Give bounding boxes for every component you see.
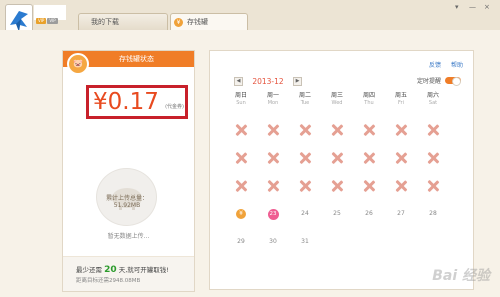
calendar-day[interactable]: 29 — [231, 235, 251, 249]
calendar-day[interactable]: 24 — [295, 207, 315, 221]
watermark: Bai 经验 — [432, 268, 490, 284]
calendar-day[interactable]: 27 — [391, 207, 411, 221]
weekday-label: 周六 Sat — [418, 90, 448, 106]
weekday-en: Thu — [364, 100, 374, 106]
card-footer: 最少还需 20 天,就可开罐取钱! 距离目标还需2948.08MB — [63, 256, 194, 291]
weekday-label: 周四 Thu — [354, 90, 384, 106]
close-icon[interactable]: × — [484, 3, 490, 11]
minimize-icon[interactable]: — — [469, 3, 476, 11]
reminder-toggle[interactable] — [445, 77, 461, 86]
calendar-day[interactable]: 30 — [263, 235, 283, 249]
missed-day-x-icon — [426, 179, 440, 193]
calendar-card: 反馈 帮助 ◀ 2013-12 ▶ 定时提醒 周日 Sun 周一 Mon 周二 Tue 周三… — [209, 50, 474, 290]
missed-day-x-icon — [234, 123, 248, 137]
total-upload-label: 累计上传总量： — [105, 195, 148, 202]
vip-badge: VIP — [36, 18, 47, 24]
weekday-label: 周日 Sun — [226, 90, 256, 106]
target-remaining-text: 距离目标还需2948.08MB — [76, 278, 141, 284]
weekday-cn: 周日 — [234, 92, 247, 99]
missed-day-x-icon — [266, 123, 280, 137]
upload-bubble: 累计上传总量： 51.92MB — [96, 168, 157, 226]
missed-day-x-icon — [362, 123, 376, 137]
tab-my-downloads[interactable]: 我的下载 — [78, 13, 168, 30]
reminder-label: 定时提醒 — [416, 78, 441, 85]
weekday-cn: 周六 — [426, 92, 439, 99]
weekday-cn: 周一 — [266, 92, 279, 99]
missed-day-x-icon — [394, 123, 408, 137]
content-area: 存钱罐状态 🐷 ¥0.17 (代金券) 累计上传总量： 51.92MB 暂无数据… — [0, 30, 500, 297]
calendar-day[interactable]: 31 — [295, 235, 315, 249]
days-suffix: 天,就可开罐取钱! — [118, 266, 169, 274]
vip-badge: VIP — [47, 18, 58, 24]
weekday-cn: 周四 — [362, 92, 375, 99]
weekday-cn: 周二 — [298, 92, 311, 99]
weekday-en: Mon — [267, 100, 279, 106]
missed-day-x-icon — [298, 151, 312, 165]
amount-unit: (代金券) — [165, 104, 184, 110]
missed-day-x-icon — [234, 179, 248, 193]
no-upload-text: 暂无数据上传... — [107, 233, 150, 240]
piggy-status-card: 存钱罐状态 🐷 ¥0.17 (代金券) 累计上传总量： 51.92MB 暂无数据… — [62, 50, 195, 292]
coin-icon: ¥ — [236, 209, 246, 219]
tab-label: 存钱罐 — [187, 18, 208, 26]
weekday-en: Sat — [428, 100, 438, 106]
missed-day-x-icon — [330, 179, 344, 193]
weekday-cn: 周三 — [330, 92, 343, 99]
amount-highlight-box: ¥0.17 (代金券) — [86, 85, 188, 119]
today-day[interactable]: 23 — [267, 208, 279, 220]
calendar-day[interactable]: 26 — [359, 207, 379, 221]
piggy-bank-icon: ¥ — [174, 18, 183, 27]
calendar-day[interactable]: 25 — [327, 207, 347, 221]
missed-day-x-icon — [266, 151, 280, 165]
help-link[interactable]: 帮助 — [451, 60, 463, 69]
weekday-label: 周一 Mon — [258, 90, 288, 106]
missed-day-x-icon — [426, 151, 440, 165]
weekday-en: Wed — [331, 100, 343, 106]
days-remaining-text: 最少还需 20 天,就可开罐取钱! — [76, 264, 169, 275]
vip-badges: VIP VIP — [36, 18, 58, 24]
tab-piggy-bank[interactable]: ¥ 存钱罐 — [170, 13, 248, 31]
weekday-en: Sun — [236, 100, 246, 106]
weekday-cn: 周五 — [394, 92, 407, 99]
missed-day-x-icon — [298, 179, 312, 193]
piggy-bank-icon: 🐷 — [67, 53, 89, 75]
days-prefix: 最少还需 — [76, 266, 102, 274]
missed-day-x-icon — [234, 151, 248, 165]
tab-label: 我的下载 — [91, 18, 119, 26]
calendar-links: 反馈 帮助 — [429, 60, 463, 69]
reminder-setting: 定时提醒 — [416, 76, 461, 86]
weekday-label: 周三 Wed — [322, 90, 352, 106]
weekday-label: 周五 Fri — [386, 90, 416, 106]
feedback-link[interactable]: 反馈 — [429, 60, 441, 69]
missed-day-x-icon — [298, 123, 312, 137]
prev-month-button[interactable]: ◀ — [234, 76, 243, 86]
days-count: 20 — [104, 265, 117, 275]
missed-day-x-icon — [330, 123, 344, 137]
weekday-en: Tue — [300, 100, 310, 106]
weekday-label: 周二 Tue — [290, 90, 320, 106]
calendar-day[interactable]: 28 — [423, 207, 443, 221]
month-navigator: ◀ 2013-12 ▶ — [234, 76, 302, 86]
missed-day-x-icon — [394, 151, 408, 165]
missed-day-x-icon — [394, 179, 408, 193]
missed-day-x-icon — [266, 179, 280, 193]
weekday-en: Fri — [398, 100, 404, 106]
current-month: 2013-12 — [252, 76, 284, 86]
next-month-button[interactable]: ▶ — [293, 76, 302, 86]
missed-day-x-icon — [426, 123, 440, 137]
total-upload-value: 51.92MB — [113, 202, 141, 209]
missed-day-x-icon — [362, 179, 376, 193]
balance-amount: ¥0.17 — [93, 89, 159, 115]
missed-day-x-icon — [330, 151, 344, 165]
missed-day-x-icon — [362, 151, 376, 165]
menu-dropdown-icon[interactable]: ▾ — [455, 3, 459, 11]
